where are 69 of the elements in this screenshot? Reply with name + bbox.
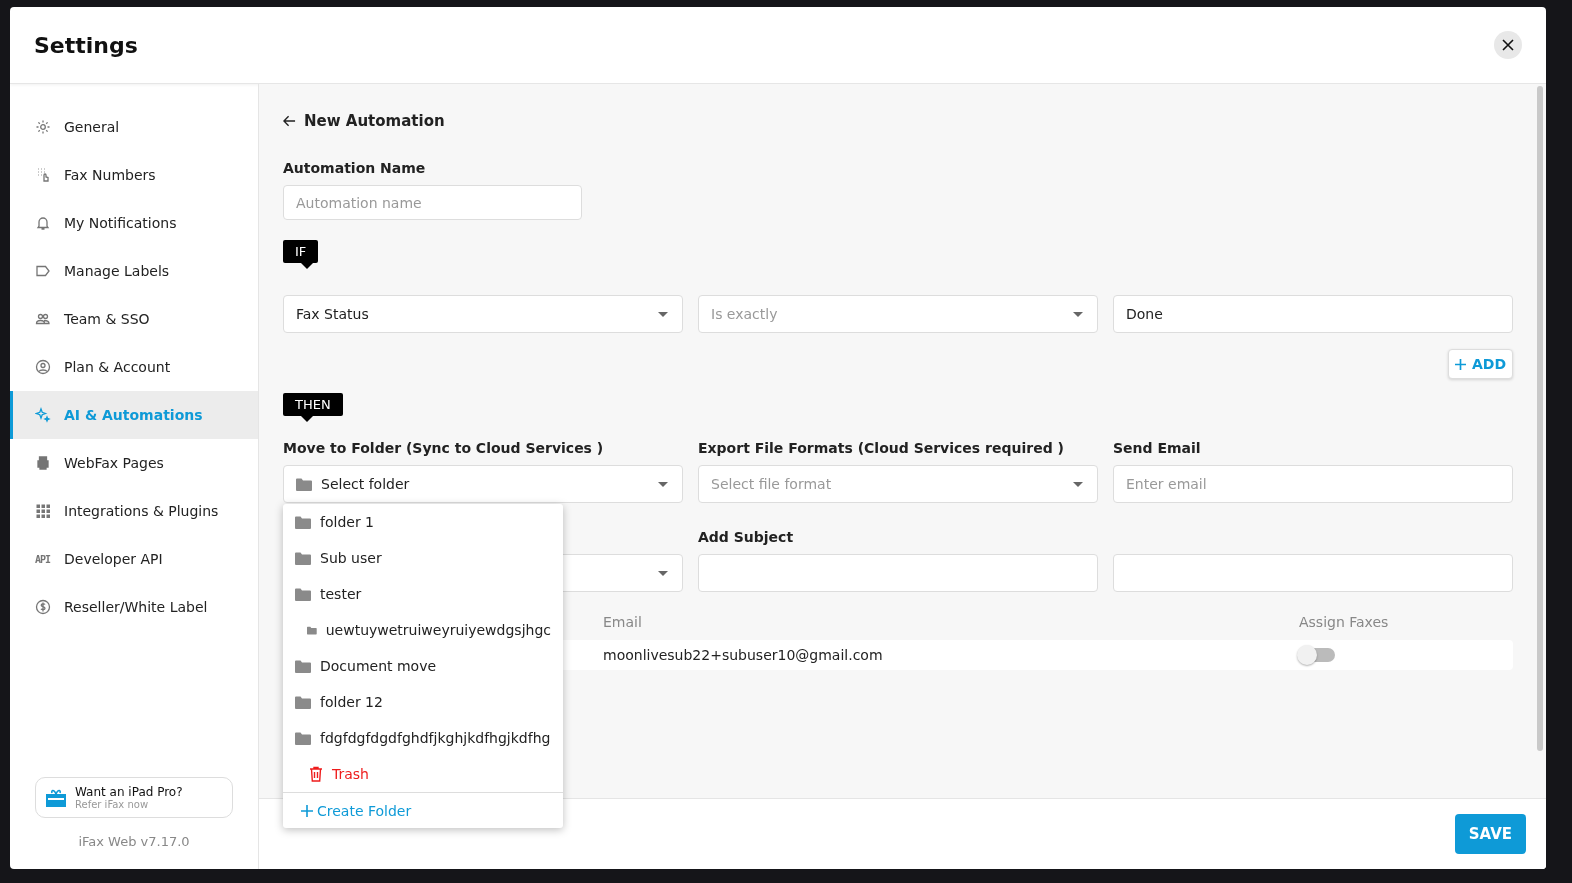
referral-card[interactable]: Want an iPad Pro? Refer iFax now (35, 777, 233, 818)
field-label: Automation Name (283, 160, 427, 176)
folder-menu-item[interactable]: tester (283, 576, 563, 612)
gift-icon (46, 788, 66, 807)
trash-icon (309, 766, 323, 782)
gear-icon (35, 119, 51, 135)
assign-toggle[interactable] (1299, 648, 1335, 662)
sidebar-item[interactable]: WebFax Pages (10, 439, 258, 487)
account-icon (35, 359, 51, 375)
field-label: Move to Folder (Sync to Cloud Services ) (283, 440, 605, 456)
text-input[interactable] (698, 554, 1098, 592)
sidebar-item[interactable]: API Developer API (10, 535, 258, 583)
close-icon (1502, 39, 1514, 51)
condition-value-input[interactable]: Done (1113, 295, 1513, 333)
caret-icon (1073, 311, 1083, 317)
folder-icon (295, 695, 311, 709)
automation-name-input[interactable]: Automation name (283, 185, 582, 220)
caret-icon (1073, 481, 1083, 487)
folder-dropdown[interactable]: Select folder (283, 465, 683, 503)
sidebar-item[interactable]: Fax Numbers (10, 151, 258, 199)
api-icon: API (35, 553, 51, 565)
field-label: Send Email (1113, 440, 1202, 456)
dollar-icon (35, 599, 51, 615)
dialpad-icon (35, 167, 51, 183)
grid-icon (35, 503, 51, 519)
sidebar-item[interactable]: My Notifications (10, 199, 258, 247)
folder-menu-item[interactable]: Sub user (283, 540, 563, 576)
text-input[interactable]: Enter email (1113, 465, 1513, 503)
field-label: Export File Formats (Cloud Services required ) (698, 440, 1065, 456)
sidebar-item[interactable]: General (10, 103, 258, 151)
sidebar-item[interactable]: Manage Labels (10, 247, 258, 295)
close-button[interactable] (1494, 31, 1522, 59)
sidebar-item[interactable]: Integrations & Plugins (10, 487, 258, 535)
folder-menu-item[interactable]: folder 1 (283, 504, 563, 540)
sidebar-item[interactable]: Plan & Account (10, 343, 258, 391)
column-header: Assign Faxes (1299, 614, 1390, 630)
plus-icon (301, 804, 313, 817)
back-arrow-icon (283, 115, 296, 127)
folder-icon (295, 551, 311, 565)
plus-icon (1454, 358, 1466, 370)
promo-subtitle: Refer iFax now (75, 799, 150, 810)
email-cell-text: moonlivesub22+subuser10@gmail.com (603, 647, 884, 663)
sparkle-icon (35, 407, 51, 423)
folder-menu-item[interactable]: fdgfdgfdgdfghdfjkghjkdfhgjkdfhg (283, 720, 563, 756)
condition-dropdown[interactable]: Fax Status (283, 295, 683, 333)
field-label: Add Subject (698, 529, 795, 545)
folder-menu-item[interactable]: folder 12 (283, 684, 563, 720)
folder-icon (295, 731, 311, 745)
bell-icon (35, 215, 51, 231)
folder-icon (295, 515, 311, 529)
sidebar-item[interactable]: Reseller/White Label (10, 583, 258, 631)
caret-icon (658, 570, 668, 576)
folder-menu-item[interactable]: uewtuywetruiweyruiyewdgsjhgc (283, 612, 563, 648)
trash-menu-item[interactable]: Trash (283, 756, 563, 792)
text-input[interactable] (1113, 554, 1513, 592)
caret-icon (658, 311, 668, 317)
folder-icon (295, 587, 311, 601)
promo-title: Want an iPad Pro? (75, 785, 183, 799)
label-icon (35, 263, 51, 279)
folder-menu-item[interactable]: Document move (283, 648, 563, 684)
version-text: iFax Web v7.17.0 (78, 834, 190, 849)
dialog-title: Settings (34, 32, 138, 58)
column-header: Email (603, 614, 643, 630)
folder-icon (295, 659, 311, 673)
people-icon (35, 311, 51, 327)
back-link[interactable]: New Automation (283, 112, 445, 130)
sidebar-item[interactable]: Team & SSO (10, 295, 258, 343)
caret-icon (658, 481, 668, 487)
folder-icon (296, 477, 312, 491)
